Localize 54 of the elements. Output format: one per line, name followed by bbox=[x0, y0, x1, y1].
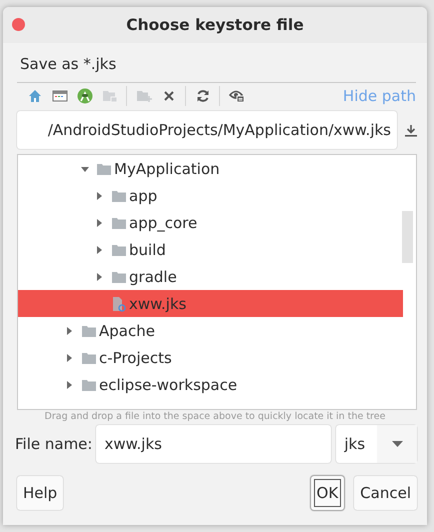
refresh-icon[interactable] bbox=[196, 89, 210, 103]
android-icon[interactable] bbox=[76, 88, 92, 104]
tree-row[interactable]: Apache bbox=[18, 317, 403, 344]
expand-arrow-icon[interactable] bbox=[96, 190, 104, 200]
tree-row[interactable]: app_core bbox=[18, 209, 403, 236]
expand-arrow-icon[interactable] bbox=[96, 272, 104, 282]
expand-arrow-icon[interactable] bbox=[96, 218, 104, 228]
window-title: Choose keystore file bbox=[126, 16, 304, 34]
folder-icon bbox=[112, 190, 126, 202]
tree-item-label: app_core bbox=[129, 214, 198, 232]
tree-item-label: eclipse-workspace bbox=[99, 376, 238, 394]
tree-item-label: gradle bbox=[129, 268, 177, 286]
cancel-button[interactable]: Cancel bbox=[354, 476, 417, 510]
folder-icon bbox=[112, 244, 126, 256]
expand-arrow-icon[interactable] bbox=[66, 380, 74, 390]
folder-icon bbox=[112, 270, 126, 282]
ok-button[interactable]: OK bbox=[310, 476, 344, 510]
caret-icon[interactable] bbox=[392, 441, 402, 447]
file-name-label: File name: bbox=[15, 435, 92, 453]
tree-item-label: MyApplication bbox=[114, 160, 220, 178]
tree-item-label: xww.jks bbox=[129, 294, 186, 312]
tree-row[interactable]: c-Projects bbox=[18, 344, 403, 371]
tree-row[interactable]: app bbox=[18, 182, 403, 209]
file-type-dropdown[interactable]: jks bbox=[336, 425, 417, 463]
tree-row[interactable]: gradle bbox=[18, 263, 403, 290]
folder-icon bbox=[97, 162, 111, 174]
folder-icon bbox=[82, 324, 96, 336]
expand-arrow-icon[interactable] bbox=[66, 326, 74, 336]
help-button[interactable]: Help bbox=[17, 476, 64, 510]
eye-icon[interactable] bbox=[228, 89, 244, 103]
drop-hint: Drag and drop a file into the space above to quickly locate it in the tree bbox=[44, 411, 386, 424]
expand-arrow-icon[interactable] bbox=[66, 352, 74, 362]
expand-arrow-icon[interactable] bbox=[96, 244, 104, 254]
unknown-file-icon bbox=[112, 296, 126, 312]
tree-row[interactable]: MyApplication bbox=[18, 155, 403, 182]
tree-item-label: app bbox=[129, 186, 158, 204]
folder-icon bbox=[82, 378, 96, 390]
tree-row[interactable]: xww.jks bbox=[18, 290, 403, 317]
tree-row[interactable]: eclipse-workspace bbox=[18, 371, 403, 398]
tree-item-label: c-Projects bbox=[99, 348, 172, 366]
folder-icon bbox=[82, 352, 96, 364]
tree-row[interactable]: build bbox=[18, 236, 403, 263]
folder-icon bbox=[112, 216, 126, 228]
download-icon[interactable] bbox=[405, 124, 417, 136]
close-button[interactable] bbox=[12, 18, 25, 31]
tree-item-label: build bbox=[129, 240, 166, 258]
scrollbar-thumb[interactable] bbox=[402, 211, 413, 263]
home-icon[interactable] bbox=[28, 89, 42, 103]
description-text: Save as *.jks bbox=[19, 54, 118, 75]
path-field[interactable]: /AndroidStudioProjects/MyApplication/xww.jks bbox=[17, 111, 397, 149]
window-icon[interactable] bbox=[52, 89, 68, 103]
file-name-field[interactable]: xww.jks bbox=[96, 425, 332, 463]
delete-icon[interactable] bbox=[162, 90, 174, 102]
tree-item-label: Apache bbox=[99, 322, 155, 340]
